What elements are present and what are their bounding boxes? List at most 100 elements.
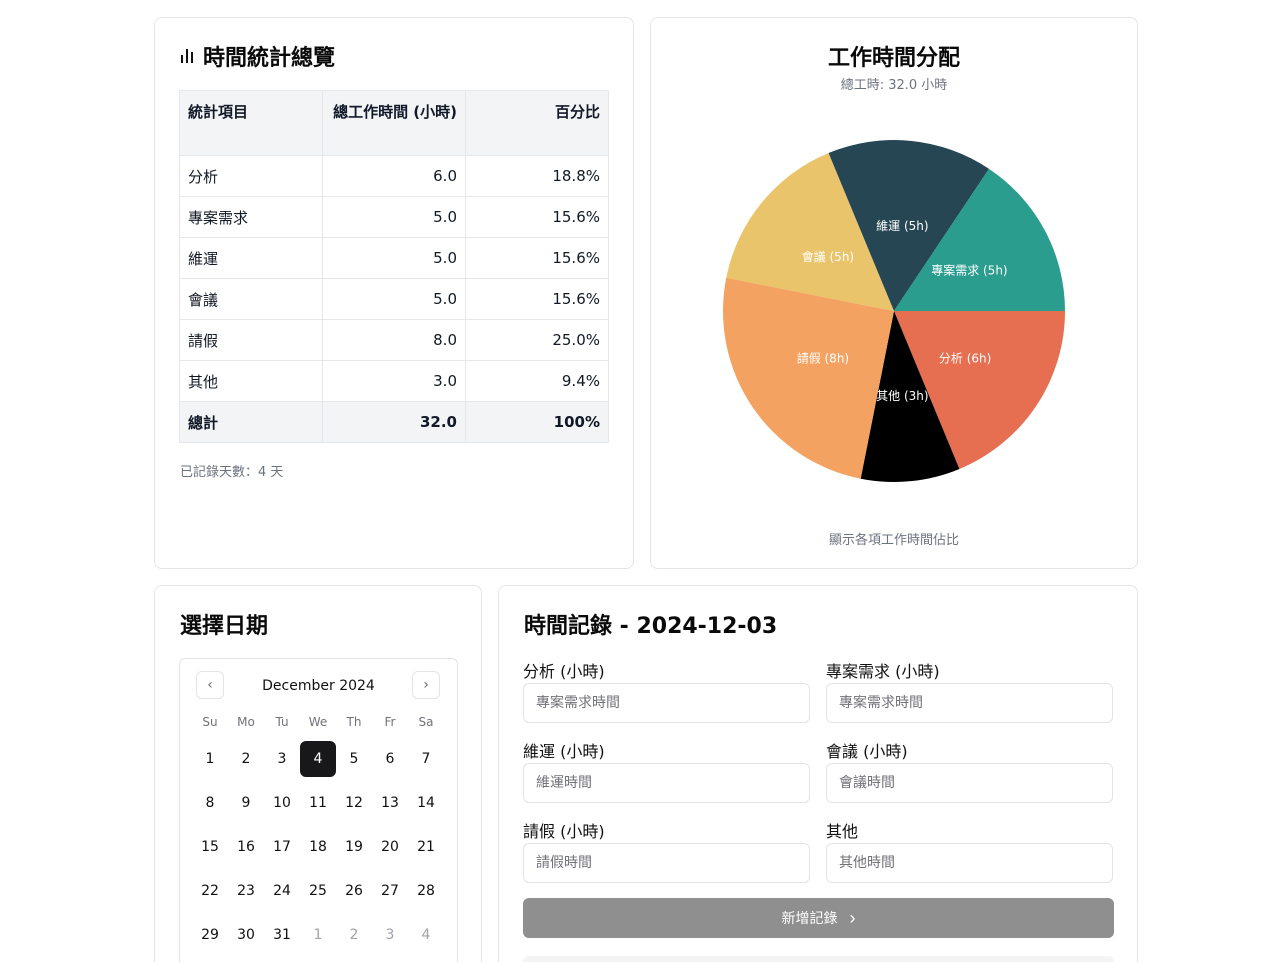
calendar-day[interactable]: 2: [336, 917, 372, 953]
time-record-title: 時間記錄 - 2024-12-03: [524, 614, 778, 639]
calendar-day[interactable]: 19: [336, 829, 372, 865]
chevron-right-icon: ›: [849, 908, 856, 928]
row-hours: 8.0: [322, 319, 466, 361]
calendar-day[interactable]: 8: [192, 785, 228, 821]
calendar: ‹ December 2024 › Su Mo Tu We Th Fr Sa 1234567…: [179, 658, 458, 962]
calendar-day[interactable]: 24: [264, 873, 300, 909]
chevron-right-icon: ›: [423, 677, 429, 693]
calendar-day[interactable]: 29: [192, 917, 228, 953]
pie-slice-label: 請假 (8h): [797, 352, 849, 366]
date-picker-card: 選擇日期 ‹ December 2024 › Su Mo Tu We Th Fr Sa 12…: [154, 585, 482, 962]
calendar-days: 1 2 3 4 5 6 7 8 9 10 11 12 13 14 15 16 17 18 19 20 21 22 23 24 2…: [192, 741, 444, 961]
maintenance-hours-input[interactable]: [523, 763, 810, 803]
row-item: 請假: [179, 319, 323, 361]
calendar-day[interactable]: 11: [300, 785, 336, 821]
field-leave: 請假 (小時): [523, 818, 810, 883]
calendar-day[interactable]: 4: [408, 917, 444, 953]
pie-slice-label: 分析 (6h): [939, 352, 991, 366]
col-header-item: 統計項目: [179, 90, 323, 156]
calendar-day[interactable]: 6: [372, 741, 408, 777]
field-analysis: 分析 (小時): [523, 658, 810, 723]
row-percent: 15.6%: [465, 196, 609, 238]
calendar-day[interactable]: 20: [372, 829, 408, 865]
total-item: 總計: [179, 401, 323, 443]
row-percent: 15.6%: [465, 278, 609, 320]
calendar-day[interactable]: 15: [192, 829, 228, 865]
meeting-hours-input[interactable]: [826, 763, 1113, 803]
calendar-day[interactable]: 17: [264, 829, 300, 865]
chart-card: 工作時間分配 總工時: 32.0 小時 分析 (6h) 其他 (3h) 請假 (8h…: [650, 17, 1138, 569]
date-picker-title: 選擇日期: [180, 614, 269, 639]
row-item: 專案需求: [179, 196, 323, 238]
add-record-button[interactable]: 新增記錄 ›: [523, 898, 1114, 938]
table-total-row: 總計 32.0 100%: [179, 401, 609, 443]
pie-slice-label: 其他 (3h): [876, 389, 928, 403]
table-row: 請假 8.0 25.0%: [179, 319, 609, 361]
calendar-day[interactable]: 12: [336, 785, 372, 821]
row-percent: 15.6%: [465, 237, 609, 279]
calendar-day[interactable]: 3: [264, 741, 300, 777]
row-hours: 3.0: [322, 360, 466, 402]
row-hours: 5.0: [322, 196, 466, 238]
calendar-day[interactable]: 2: [228, 741, 264, 777]
calendar-day[interactable]: 28: [408, 873, 444, 909]
weekday-label: Tu: [275, 715, 289, 729]
calendar-day[interactable]: 26: [336, 873, 372, 909]
calendar-day[interactable]: 18: [300, 829, 336, 865]
leave-hours-input[interactable]: [523, 843, 810, 883]
field-requirements: 專案需求 (小時): [826, 658, 1113, 723]
calendar-day[interactable]: 9: [228, 785, 264, 821]
calendar-day[interactable]: 22: [192, 873, 228, 909]
calendar-day-selected[interactable]: 4: [300, 741, 336, 777]
total-hours: 32.0: [322, 401, 466, 443]
calendar-day[interactable]: 25: [300, 873, 336, 909]
calendar-day[interactable]: 13: [372, 785, 408, 821]
stats-table: 統計項目 總工作時間 (小時) 百分比 分析 6.0 18.8% 專案需求 5.0 15…: [179, 90, 609, 443]
table-row: 維運 5.0 15.6%: [179, 237, 609, 279]
row-hours: 5.0: [322, 278, 466, 320]
row-item: 其他: [179, 360, 323, 402]
next-month-button[interactable]: ›: [412, 671, 440, 699]
records-panel-top: [523, 956, 1114, 962]
analysis-hours-input[interactable]: [523, 683, 810, 723]
calendar-day[interactable]: 31: [264, 917, 300, 953]
calendar-day[interactable]: 21: [408, 829, 444, 865]
calendar-day[interactable]: 30: [228, 917, 264, 953]
time-record-card: 時間記錄 - 2024-12-03 分析 (小時) 專案需求 (小時) 維運 (…: [498, 585, 1138, 962]
calendar-day[interactable]: 5: [336, 741, 372, 777]
calendar-day[interactable]: 27: [372, 873, 408, 909]
calendar-day[interactable]: 10: [264, 785, 300, 821]
weekday-label: Su: [202, 715, 218, 729]
stats-title-text: 時間統計總覽: [203, 46, 336, 71]
field-label: 專案需求 (小時): [826, 662, 940, 681]
other-hours-input[interactable]: [826, 843, 1113, 883]
field-label: 其他: [826, 822, 859, 841]
row-percent: 25.0%: [465, 319, 609, 361]
calendar-day[interactable]: 16: [228, 829, 264, 865]
calendar-day[interactable]: 3: [372, 917, 408, 953]
calendar-day[interactable]: 14: [408, 785, 444, 821]
weekday-header: Su Mo Tu We Th Fr Sa: [192, 711, 444, 733]
row-item: 會議: [179, 278, 323, 320]
weekday-label: Mo: [237, 715, 255, 729]
total-percent: 100%: [465, 401, 609, 443]
stats-title: 時間統計總覽: [181, 40, 335, 72]
calendar-day[interactable]: 1: [192, 741, 228, 777]
chart-caption: 顯示各項工作時間佔比: [828, 533, 959, 548]
field-maintenance: 維運 (小時): [523, 738, 810, 803]
col-header-hours: 總工作時間 (小時): [322, 90, 466, 156]
add-record-label: 新增記錄: [781, 910, 838, 926]
pie-slice-label: 會議 (5h): [802, 250, 854, 264]
table-row: 會議 5.0 15.6%: [179, 278, 609, 320]
field-label: 分析 (小時): [523, 662, 605, 681]
weekday-label: Fr: [384, 715, 396, 729]
field-other: 其他: [826, 818, 1113, 883]
stats-card: 時間統計總覽 統計項目 總工作時間 (小時) 百分比 分析 6.0 18.8% 專案…: [154, 17, 634, 569]
bar-chart-icon: [181, 49, 193, 63]
calendar-day[interactable]: 7: [408, 741, 444, 777]
calendar-day[interactable]: 1: [300, 917, 336, 953]
requirements-hours-input[interactable]: [826, 683, 1113, 723]
table-header-row: 統計項目 總工作時間 (小時) 百分比: [179, 90, 609, 156]
pie-slice-label: 維運 (5h): [876, 219, 928, 233]
calendar-day[interactable]: 23: [228, 873, 264, 909]
